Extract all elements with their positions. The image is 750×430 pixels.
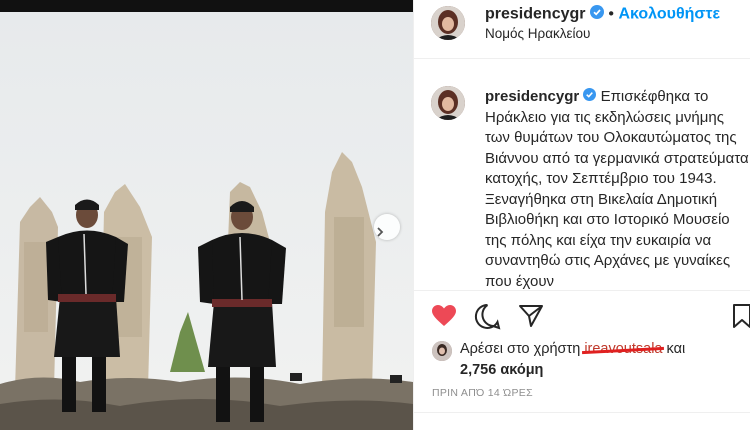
liker-name-link[interactable]: ireavoutsala: [584, 341, 662, 357]
avatar[interactable]: [431, 6, 465, 40]
photo-top-bar: [0, 0, 413, 12]
post-caption: presidencygr Επισκέφθηκα το Ηράκλειο για…: [485, 87, 749, 292]
location-link[interactable]: Νομός Ηρακλείου: [485, 26, 590, 41]
likes-prefix: Αρέσει στο χρήστη: [460, 341, 581, 357]
avatar-image: [432, 341, 452, 361]
paper-plane-icon[interactable]: [518, 304, 544, 328]
post-timestamp[interactable]: ΠΡΙΝ ΑΠΌ 14 ΏΡΕΣ: [432, 387, 533, 399]
chevron-right-icon: [377, 227, 384, 237]
bookmark-icon[interactable]: [732, 303, 750, 329]
likes-and: και: [666, 341, 686, 357]
post-header: presidencygr • Ακολουθήστε Νομός Ηρακλεί…: [414, 0, 750, 59]
liker-avatar[interactable]: [432, 341, 452, 361]
caption-text: Επισκέφθηκα το Ηράκλειο για τις εκδηλώσε…: [485, 88, 749, 290]
likes-count-link[interactable]: 2,756 ακόμη: [460, 362, 543, 378]
heart-icon[interactable]: [431, 304, 457, 328]
separator-dot: •: [608, 5, 614, 23]
post-photo: [0, 0, 413, 430]
username-link[interactable]: presidencygr: [485, 6, 585, 23]
memorial-photo: [0, 12, 413, 430]
action-bar: [414, 290, 750, 343]
follow-button[interactable]: Ακολουθήστε: [618, 6, 720, 23]
caption-avatar[interactable]: [431, 86, 465, 120]
verified-badge-icon: [583, 87, 597, 108]
caption-username-link[interactable]: presidencygr: [485, 88, 579, 105]
comment-icon[interactable]: [474, 303, 501, 330]
likes-summary: Αρέσει στο χρήστη ireavoutsala και 2,756…: [460, 339, 685, 381]
divider: [414, 412, 750, 413]
header-title-row: presidencygr • Ακολουθήστε: [485, 5, 720, 24]
verified-badge-icon: [589, 5, 604, 24]
next-photo-button[interactable]: [374, 214, 400, 240]
avatar-image: [431, 6, 465, 40]
post-side-panel: presidencygr • Ακολουθήστε Νομός Ηρακλεί…: [413, 0, 750, 430]
avatar-image: [431, 86, 465, 120]
